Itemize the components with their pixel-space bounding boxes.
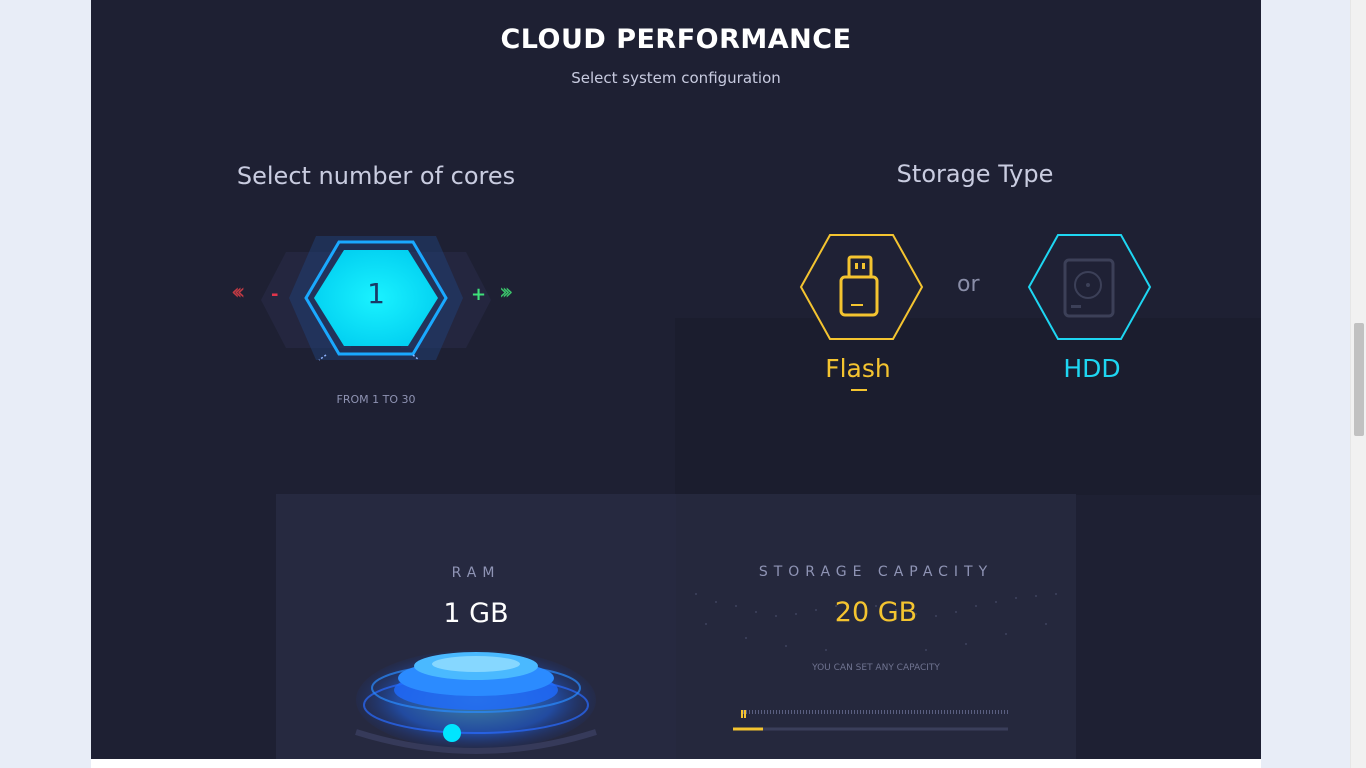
storage-capacity-value: 20 GB (834, 597, 918, 628)
page-subtitle: Select system configuration (571, 69, 781, 87)
cores-value: 1 (367, 277, 385, 310)
configurator-panel: CLOUD PERFORMANCE Select system configur… (91, 0, 1261, 759)
page-bottom-edge (91, 759, 1261, 768)
cores-stepper: ‹‹‹ - 1 + ››› (231, 232, 521, 367)
ram-slider-handle[interactable] (443, 724, 461, 742)
cores-section-title: Select number of cores (236, 162, 516, 190)
storage-capacity-caption: STORAGE CAPACITY (758, 564, 994, 580)
decrease-cores-button[interactable]: - (271, 284, 278, 305)
flash-label[interactable]: Flash (788, 354, 928, 383)
page-scrollbar[interactable] (1350, 0, 1366, 768)
scrollbar-thumb[interactable] (1354, 323, 1364, 436)
page-title: CLOUD PERFORMANCE (500, 24, 852, 55)
hard-drive-icon (1027, 234, 1152, 340)
storage-section-title: Storage Type (896, 160, 1054, 188)
increase-cores-button[interactable]: + (471, 284, 486, 305)
or-label: or (957, 272, 980, 297)
selected-indicator (851, 389, 867, 391)
hdd-storage-option[interactable] (1027, 233, 1152, 341)
ram-disc-graphic (355, 650, 597, 754)
cores-range-hint: FROM 1 TO 30 (336, 393, 416, 406)
storage-type-area (675, 318, 1261, 495)
usb-flash-icon (799, 234, 924, 340)
increase-arrows-icon: ››› (499, 280, 514, 305)
storage-capacity-slider[interactable] (733, 708, 1013, 738)
storage-capacity-hint: YOU CAN SET ANY CAPACITY (812, 663, 940, 673)
hdd-label[interactable]: HDD (1022, 354, 1162, 383)
flash-storage-option[interactable] (799, 233, 924, 341)
decrease-arrows-icon: ‹‹‹ (231, 280, 246, 305)
